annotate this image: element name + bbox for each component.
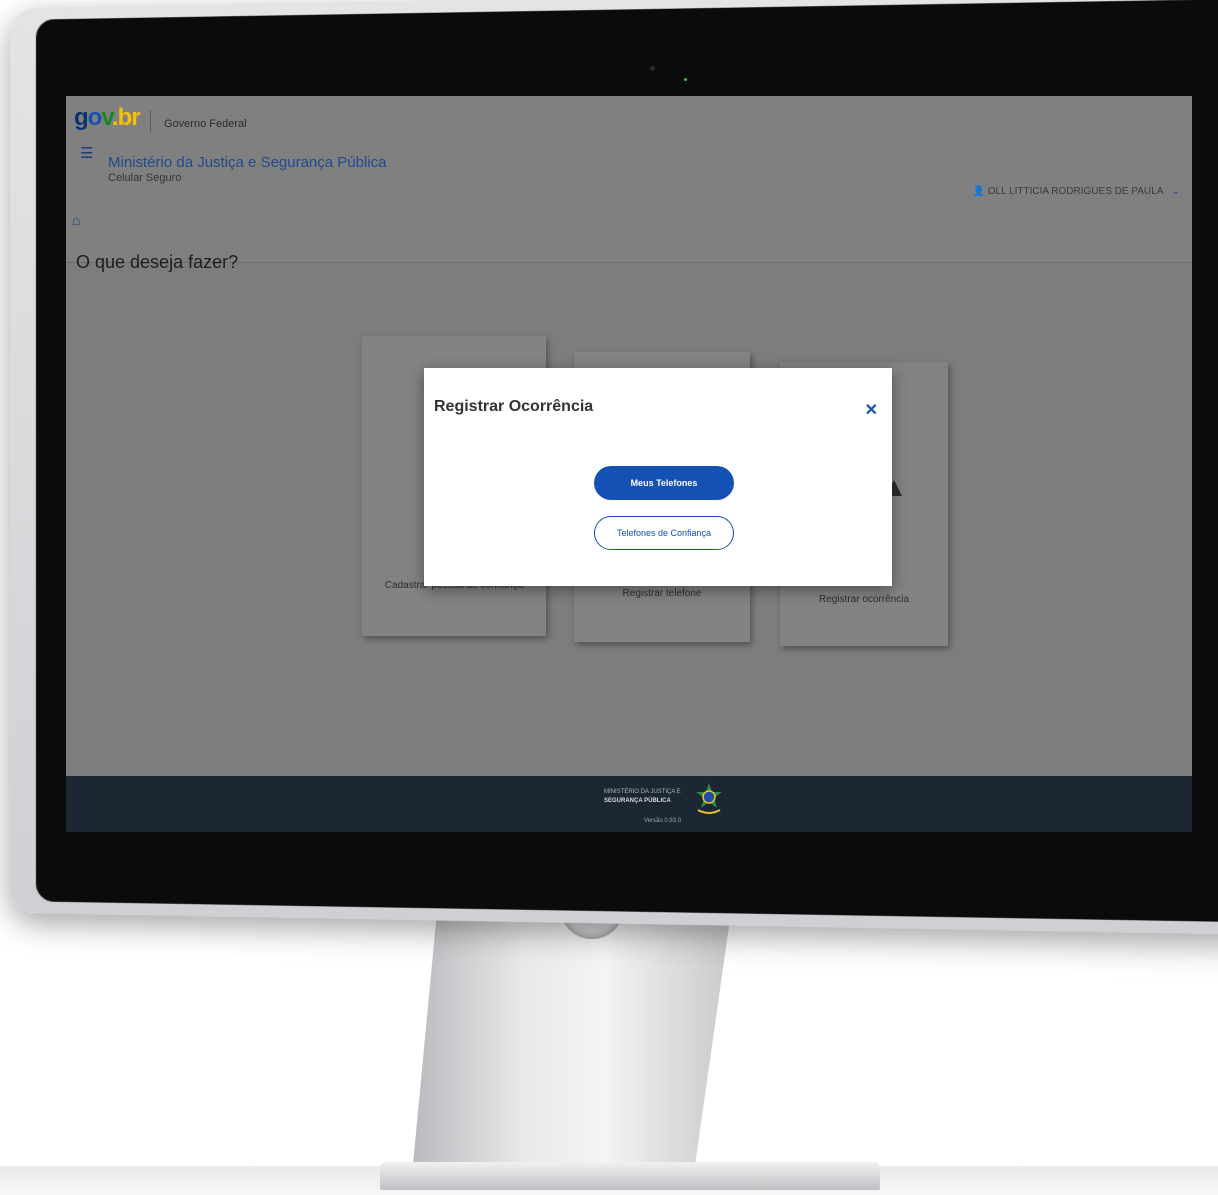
- screen: gov.br Governo Federal ☰ Ministério da J…: [66, 96, 1192, 832]
- site-header: gov.br Governo Federal ☰ Ministério da J…: [66, 96, 1192, 263]
- camera: [650, 66, 655, 71]
- card-label: Registrar ocorrência: [818, 594, 910, 605]
- camera-led: [684, 78, 687, 81]
- govbr-logo[interactable]: gov.br: [74, 104, 141, 132]
- card-label: Registrar telefone: [622, 588, 702, 599]
- footer-version: Versão 0.93.0: [644, 818, 682, 824]
- coat-of-arms-icon: [696, 783, 722, 814]
- modal-title: Registrar Ocorrência: [434, 398, 594, 415]
- registrar-ocorrencia-modal: Registrar Ocorrência ✕ Meus Telefones Te…: [424, 368, 892, 586]
- monitor-stand: [412, 905, 732, 1175]
- menu-icon[interactable]: ☰: [80, 144, 93, 162]
- home-icon[interactable]: ⌂: [72, 212, 80, 228]
- telefones-confianca-button[interactable]: Telefones de Confiança: [594, 516, 734, 550]
- header-divider: [150, 110, 151, 132]
- close-icon[interactable]: ✕: [865, 400, 878, 420]
- user-menu[interactable]: 👤 OLL LITTICIA RODRIGUES DE PAULA ⌄: [973, 186, 1180, 197]
- user-icon: 👤: [972, 186, 985, 197]
- footer-ministry: MINISTÉRIO DA JUSTIÇA E SEGURANÇA PÚBLIC…: [604, 789, 681, 804]
- user-name: OLL LITTICIA RODRIGUES DE PAULA: [987, 186, 1163, 197]
- chevron-down-icon[interactable]: ⌄: [1172, 186, 1180, 197]
- monitor-base: [380, 1162, 880, 1190]
- ministry-title: Ministério da Justiça e Segurança Públic…: [108, 154, 387, 171]
- governo-federal-label: Governo Federal: [164, 118, 247, 130]
- page-title: O que deseja fazer?: [76, 252, 239, 272]
- meus-telefones-button[interactable]: Meus Telefones: [594, 466, 734, 500]
- site-footer: MINISTÉRIO DA JUSTIÇA E SEGURANÇA PÚBLIC…: [66, 776, 1192, 832]
- system-subtitle: Celular Seguro: [108, 172, 182, 184]
